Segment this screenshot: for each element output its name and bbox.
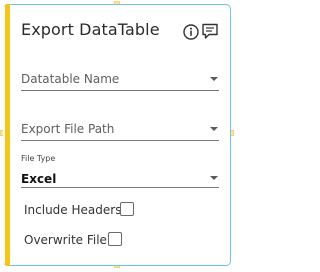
file-type-value: Excel [21, 172, 57, 186]
dropdown-arrow-icon[interactable] [210, 127, 218, 131]
export-file-path-placeholder: Export File Path [21, 122, 115, 136]
datatable-name-field[interactable]: Datatable Name [21, 62, 219, 91]
activity-title: Export DataTable [21, 20, 160, 39]
activity-canvas: Export DataTable Datatable Name Export F… [0, 0, 238, 272]
include-headers-row: Include Headers? [24, 202, 139, 220]
activity-accent-bar [5, 4, 10, 266]
include-headers-label: Include Headers? [24, 203, 128, 217]
file-type-label: File Type [21, 154, 56, 163]
include-headers-checkbox[interactable] [120, 202, 134, 216]
overwrite-file-label: Overwrite File? [24, 233, 114, 247]
export-file-path-field[interactable]: Export File Path [21, 112, 219, 141]
overwrite-file-row: Overwrite File? [24, 232, 129, 250]
comment-icon[interactable] [201, 22, 219, 40]
file-type-select[interactable]: File Type Excel [21, 152, 219, 188]
datatable-name-placeholder: Datatable Name [21, 72, 120, 86]
overwrite-file-checkbox[interactable] [108, 232, 122, 246]
dropdown-arrow-icon[interactable] [210, 77, 218, 81]
info-icon[interactable] [183, 24, 199, 40]
dropdown-arrow-icon[interactable] [210, 176, 218, 180]
